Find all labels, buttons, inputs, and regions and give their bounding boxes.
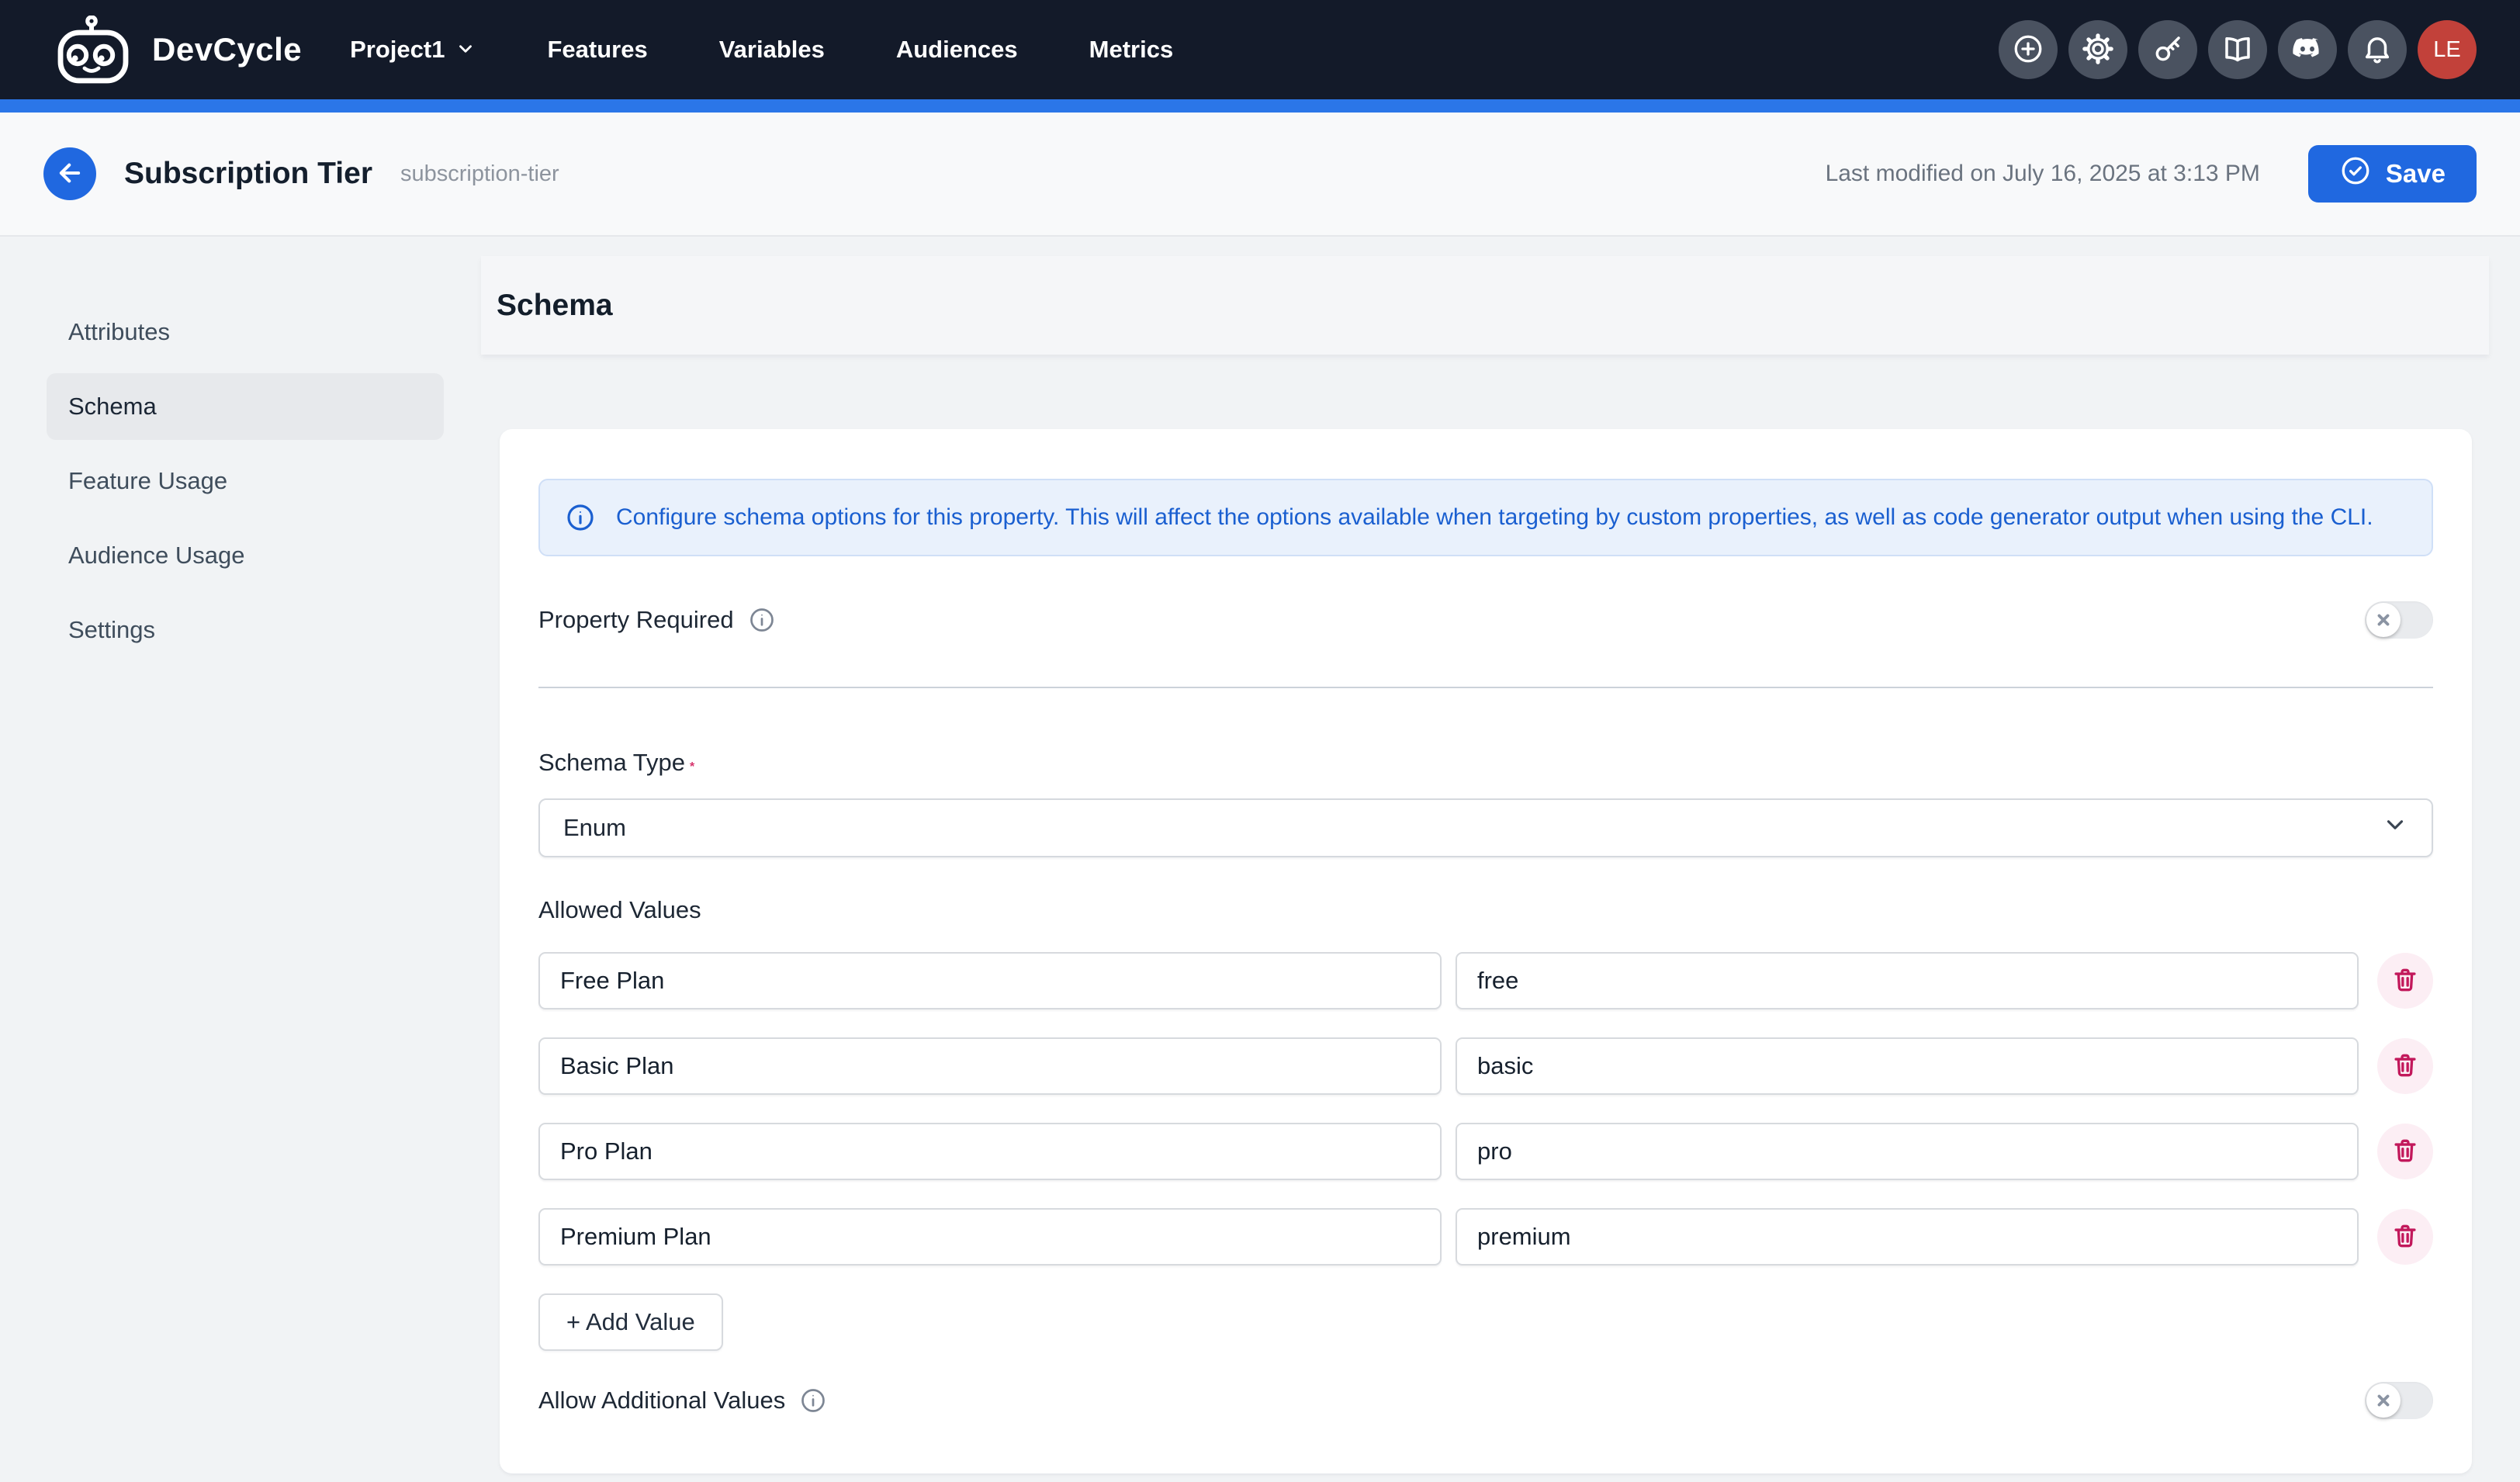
schema-form-card: Configure schema options for this proper… (500, 429, 2472, 1473)
value-label-input[interactable] (538, 1208, 1442, 1266)
value-label-input[interactable] (538, 952, 1442, 1009)
check-circle-icon (2339, 154, 2372, 193)
value-key-input[interactable] (1456, 1037, 2359, 1095)
settings-sidebar: Attributes Schema Feature Usage Audience… (47, 256, 444, 671)
navbar-actions: LE (1999, 20, 2477, 79)
docs-button[interactable] (2208, 20, 2267, 79)
api-keys-button[interactable] (2138, 20, 2197, 79)
delete-value-button[interactable] (2377, 1209, 2433, 1265)
discord-button[interactable] (2278, 20, 2337, 79)
value-key-input[interactable] (1456, 952, 2359, 1009)
sidebar-item-schema[interactable]: Schema (47, 373, 444, 440)
value-key-input[interactable] (1456, 1123, 2359, 1180)
book-icon (2221, 33, 2254, 68)
schema-type-value: Enum (563, 814, 626, 842)
section-header: Schema (481, 256, 2489, 355)
value-key-input[interactable] (1456, 1208, 2359, 1266)
accent-bar (0, 99, 2520, 113)
bell-icon (2361, 33, 2394, 68)
devcycle-logo[interactable]: DevCycle (57, 16, 302, 84)
property-required-toggle[interactable] (2365, 601, 2433, 639)
devcycle-robot-icon (57, 16, 138, 84)
allowed-value-row (538, 1123, 2433, 1180)
plus-circle-icon (2012, 33, 2044, 68)
allowed-value-row (538, 1208, 2433, 1266)
info-icon[interactable] (799, 1387, 827, 1414)
nav-item-metrics[interactable]: Metrics (1089, 36, 1174, 64)
schema-type-label: Schema Type (538, 749, 685, 776)
key-icon (2151, 33, 2184, 68)
property-required-label: Property Required (538, 606, 734, 634)
allowed-value-row (538, 1037, 2433, 1095)
toggle-knob-x-icon (2366, 1383, 2401, 1418)
discord-icon (2290, 32, 2324, 68)
add-value-button[interactable]: + Add Value (538, 1293, 723, 1351)
property-key: subscription-tier (400, 161, 559, 187)
settings-button[interactable] (2068, 20, 2127, 79)
schema-info-alert: Configure schema options for this proper… (538, 479, 2433, 556)
user-avatar[interactable]: LE (2418, 20, 2477, 79)
sidebar-item-settings[interactable]: Settings (47, 597, 444, 663)
delete-value-button[interactable] (2377, 1038, 2433, 1094)
delete-value-button[interactable] (2377, 953, 2433, 1009)
required-marker: * (690, 760, 694, 774)
trash-icon (2390, 965, 2420, 997)
info-icon[interactable] (748, 606, 776, 634)
allowed-values-label: Allowed Values (538, 896, 2433, 924)
trash-icon (2390, 1051, 2420, 1082)
page-title: Subscription Tier (124, 157, 372, 191)
save-button[interactable]: Save (2308, 145, 2477, 203)
brand-name: DevCycle (152, 31, 302, 68)
nav-item-features[interactable]: Features (547, 36, 647, 64)
alert-text: Configure schema options for this proper… (616, 504, 2373, 531)
arrow-left-icon (55, 158, 85, 190)
nav-item-audiences[interactable]: Audiences (896, 36, 1018, 64)
primary-nav: Project1 Features Variables Audiences Me… (350, 34, 1173, 65)
schema-type-select[interactable]: Enum (538, 798, 2433, 857)
project-selector[interactable]: Project1 (350, 34, 476, 65)
section-divider (538, 687, 2433, 688)
page-header: Subscription Tier subscription-tier Last… (0, 113, 2520, 237)
section-title: Schema (497, 289, 613, 323)
nav-item-variables[interactable]: Variables (719, 36, 825, 64)
allowed-value-row (538, 952, 2433, 1009)
delete-value-button[interactable] (2377, 1124, 2433, 1179)
top-navbar: DevCycle Project1 Features Variables Aud… (0, 0, 2520, 99)
toggle-knob-x-icon (2366, 603, 2401, 637)
allow-additional-values-toggle[interactable] (2365, 1382, 2433, 1419)
allow-additional-values-label: Allow Additional Values (538, 1387, 785, 1414)
trash-icon (2390, 1221, 2420, 1253)
chevron-down-icon (2382, 812, 2408, 844)
sidebar-item-attributes[interactable]: Attributes (47, 299, 444, 365)
back-button[interactable] (43, 147, 96, 200)
create-new-button[interactable] (1999, 20, 2058, 79)
sidebar-item-feature-usage[interactable]: Feature Usage (47, 448, 444, 514)
info-icon (565, 502, 596, 533)
last-modified-text: Last modified on July 16, 2025 at 3:13 P… (1826, 161, 2260, 187)
gear-icon (2082, 33, 2114, 68)
trash-icon (2390, 1136, 2420, 1168)
value-label-input[interactable] (538, 1037, 1442, 1095)
value-label-input[interactable] (538, 1123, 1442, 1180)
chevron-down-icon (455, 37, 476, 65)
notifications-button[interactable] (2348, 20, 2407, 79)
sidebar-item-audience-usage[interactable]: Audience Usage (47, 522, 444, 589)
